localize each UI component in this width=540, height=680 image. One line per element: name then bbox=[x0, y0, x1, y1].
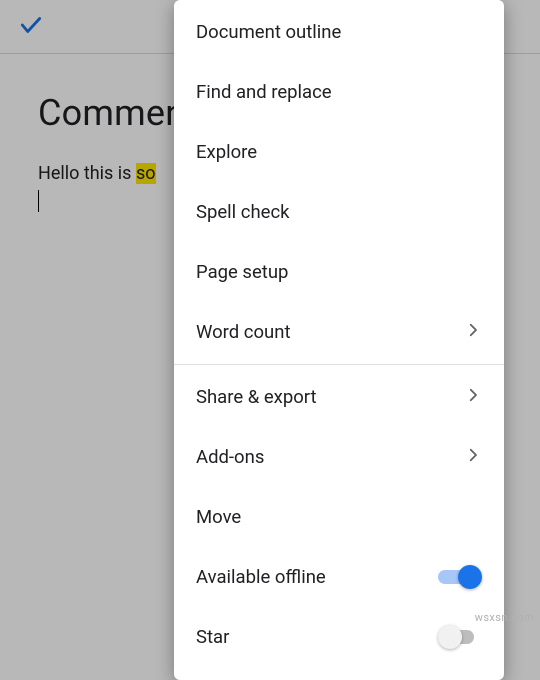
menu-item-move[interactable]: Move bbox=[174, 487, 504, 547]
menu-item-label: Explore bbox=[196, 141, 482, 163]
menu-item-label: Find and replace bbox=[196, 81, 482, 103]
toggle-available-offline[interactable] bbox=[438, 565, 482, 589]
menu-item-label: Available offline bbox=[196, 566, 438, 588]
menu-item-label: Move bbox=[196, 506, 482, 528]
chevron-right-icon bbox=[464, 446, 482, 469]
menu-item-explore[interactable]: Explore bbox=[174, 122, 504, 182]
app-root: Comment usage Hello this is so Document … bbox=[0, 0, 540, 680]
menu-item-label: Star bbox=[196, 626, 438, 648]
menu-item-star[interactable]: Star bbox=[174, 607, 504, 667]
menu-item-label: Word count bbox=[196, 321, 464, 343]
overflow-menu: Document outline Find and replace Explore S… bbox=[174, 0, 504, 680]
toggle-thumb bbox=[458, 565, 482, 589]
toggle-star[interactable] bbox=[438, 625, 482, 649]
menu-item-label: Spell check bbox=[196, 201, 482, 223]
watermark: wsxsn.com bbox=[475, 611, 534, 624]
menu-item-label: Page setup bbox=[196, 261, 482, 283]
menu-item-label: Document outline bbox=[196, 21, 482, 43]
menu-item-add-ons[interactable]: Add-ons bbox=[174, 427, 504, 487]
menu-item-share-export[interactable]: Share & export bbox=[174, 367, 504, 427]
menu-item-available-offline[interactable]: Available offline bbox=[174, 547, 504, 607]
menu-item-page-setup[interactable]: Page setup bbox=[174, 242, 504, 302]
menu-item-spell-check[interactable]: Spell check bbox=[174, 182, 504, 242]
menu-item-document-outline[interactable]: Document outline bbox=[174, 2, 504, 62]
chevron-right-icon bbox=[464, 386, 482, 409]
menu-item-label: Share & export bbox=[196, 386, 464, 408]
chevron-right-icon bbox=[464, 321, 482, 344]
menu-item-label: Add-ons bbox=[196, 446, 464, 468]
menu-item-find-replace[interactable]: Find and replace bbox=[174, 62, 504, 122]
menu-divider bbox=[174, 364, 504, 365]
menu-item-word-count[interactable]: Word count bbox=[174, 302, 504, 362]
toggle-thumb bbox=[438, 625, 462, 649]
